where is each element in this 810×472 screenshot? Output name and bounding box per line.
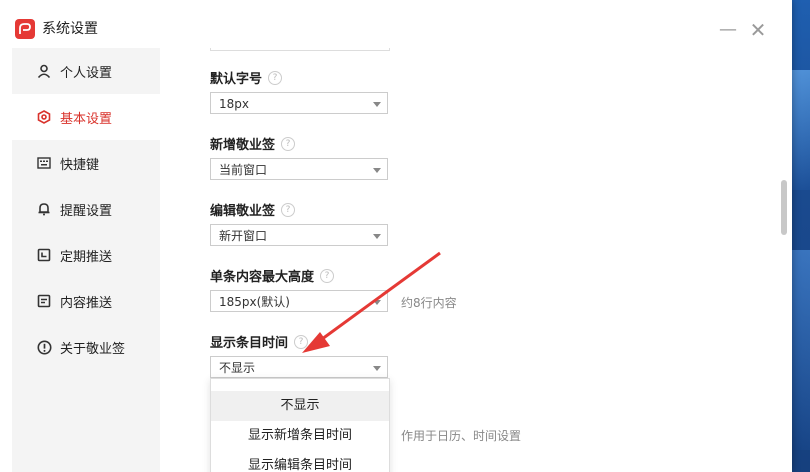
annotation-arrow xyxy=(302,251,441,353)
